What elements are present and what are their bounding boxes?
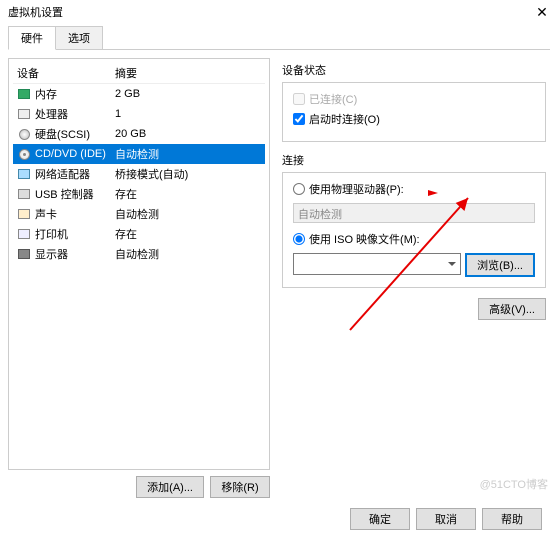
device-name: 打印机 xyxy=(35,226,115,242)
iso-label: 使用 ISO 映像文件(M): xyxy=(309,231,420,247)
connected-label: 已连接(C) xyxy=(309,91,357,107)
header-summary: 摘要 xyxy=(115,65,261,81)
device-name: 内存 xyxy=(35,86,115,102)
device-list[interactable]: 内存2 GB处理器1硬盘(SCSI)20 GBCD/DVD (IDE)自动检测网… xyxy=(13,84,265,465)
device-name: 硬盘(SCSI) xyxy=(35,126,115,142)
usb-icon xyxy=(17,187,31,201)
connection-group: 使用物理驱动器(P): 自动检测 使用 ISO 映像文件(M): 浏览(B)..… xyxy=(282,172,546,288)
device-summary: 自动检测 xyxy=(115,146,261,162)
device-summary: 1 xyxy=(115,108,261,120)
connect-poweron-checkbox[interactable] xyxy=(293,113,305,125)
device-summary: 存在 xyxy=(115,186,261,202)
remove-button[interactable]: 移除(R) xyxy=(210,476,270,498)
browse-button[interactable]: 浏览(B)... xyxy=(465,253,535,277)
cpu-icon xyxy=(17,107,31,121)
device-row[interactable]: 内存2 GB xyxy=(13,84,265,104)
device-summary: 存在 xyxy=(115,226,261,242)
tab-options[interactable]: 选项 xyxy=(55,26,103,49)
device-row[interactable]: 打印机存在 xyxy=(13,224,265,244)
device-row[interactable]: 硬盘(SCSI)20 GB xyxy=(13,124,265,144)
connect-poweron-label: 启动时连接(O) xyxy=(309,111,380,127)
cd-icon xyxy=(17,147,31,161)
device-summary: 自动检测 xyxy=(115,206,261,222)
physical-drive-label: 使用物理驱动器(P): xyxy=(309,181,404,197)
iso-radio[interactable] xyxy=(293,233,305,245)
prn-icon xyxy=(17,227,31,241)
add-button[interactable]: 添加(A)... xyxy=(136,476,204,498)
device-row[interactable]: CD/DVD (IDE)自动检测 xyxy=(13,144,265,164)
device-name: 处理器 xyxy=(35,106,115,122)
device-name: CD/DVD (IDE) xyxy=(35,148,115,160)
mem-icon xyxy=(17,87,31,101)
dsp-icon xyxy=(17,247,31,261)
ok-button[interactable]: 确定 xyxy=(350,508,410,530)
iso-path-combo[interactable] xyxy=(293,253,461,275)
device-summary: 20 GB xyxy=(115,128,261,140)
device-row[interactable]: 处理器1 xyxy=(13,104,265,124)
device-name: 声卡 xyxy=(35,206,115,222)
device-name: USB 控制器 xyxy=(35,186,115,202)
window-title: 虚拟机设置 xyxy=(8,4,63,20)
close-icon[interactable]: ✕ xyxy=(534,4,550,20)
device-summary: 桥接模式(自动) xyxy=(115,166,261,182)
dialog-buttons: 确定 取消 帮助 xyxy=(8,508,550,530)
device-summary: 自动检测 xyxy=(115,246,261,262)
physical-drive-combo: 自动检测 xyxy=(293,203,535,223)
help-button[interactable]: 帮助 xyxy=(482,508,542,530)
header-device: 设备 xyxy=(17,65,115,81)
advanced-button[interactable]: 高级(V)... xyxy=(478,298,546,320)
device-row[interactable]: 声卡自动检测 xyxy=(13,204,265,224)
device-name: 显示器 xyxy=(35,246,115,262)
tab-hardware[interactable]: 硬件 xyxy=(8,26,56,50)
title-bar: 虚拟机设置 ✕ xyxy=(0,0,558,24)
right-panel: 设备状态 已连接(C) 启动时连接(O) 连接 使用物理驱动器(P): 自动检测 xyxy=(278,58,550,498)
cancel-button[interactable]: 取消 xyxy=(416,508,476,530)
device-panel: 设备 摘要 内存2 GB处理器1硬盘(SCSI)20 GBCD/DVD (IDE… xyxy=(8,58,270,470)
connected-checkbox xyxy=(293,93,305,105)
snd-icon xyxy=(17,207,31,221)
list-header: 设备 摘要 xyxy=(13,63,265,84)
connection-label: 连接 xyxy=(282,152,546,168)
device-row[interactable]: 显示器自动检测 xyxy=(13,244,265,264)
net-icon xyxy=(17,167,31,181)
device-row[interactable]: 网络适配器桥接模式(自动) xyxy=(13,164,265,184)
device-summary: 2 GB xyxy=(115,88,261,100)
device-row[interactable]: USB 控制器存在 xyxy=(13,184,265,204)
physical-drive-radio[interactable] xyxy=(293,183,305,195)
tabs: 硬件 选项 xyxy=(8,26,550,50)
disk-icon xyxy=(17,127,31,141)
device-status-group: 已连接(C) 启动时连接(O) xyxy=(282,82,546,142)
device-name: 网络适配器 xyxy=(35,166,115,182)
device-status-label: 设备状态 xyxy=(282,62,546,78)
